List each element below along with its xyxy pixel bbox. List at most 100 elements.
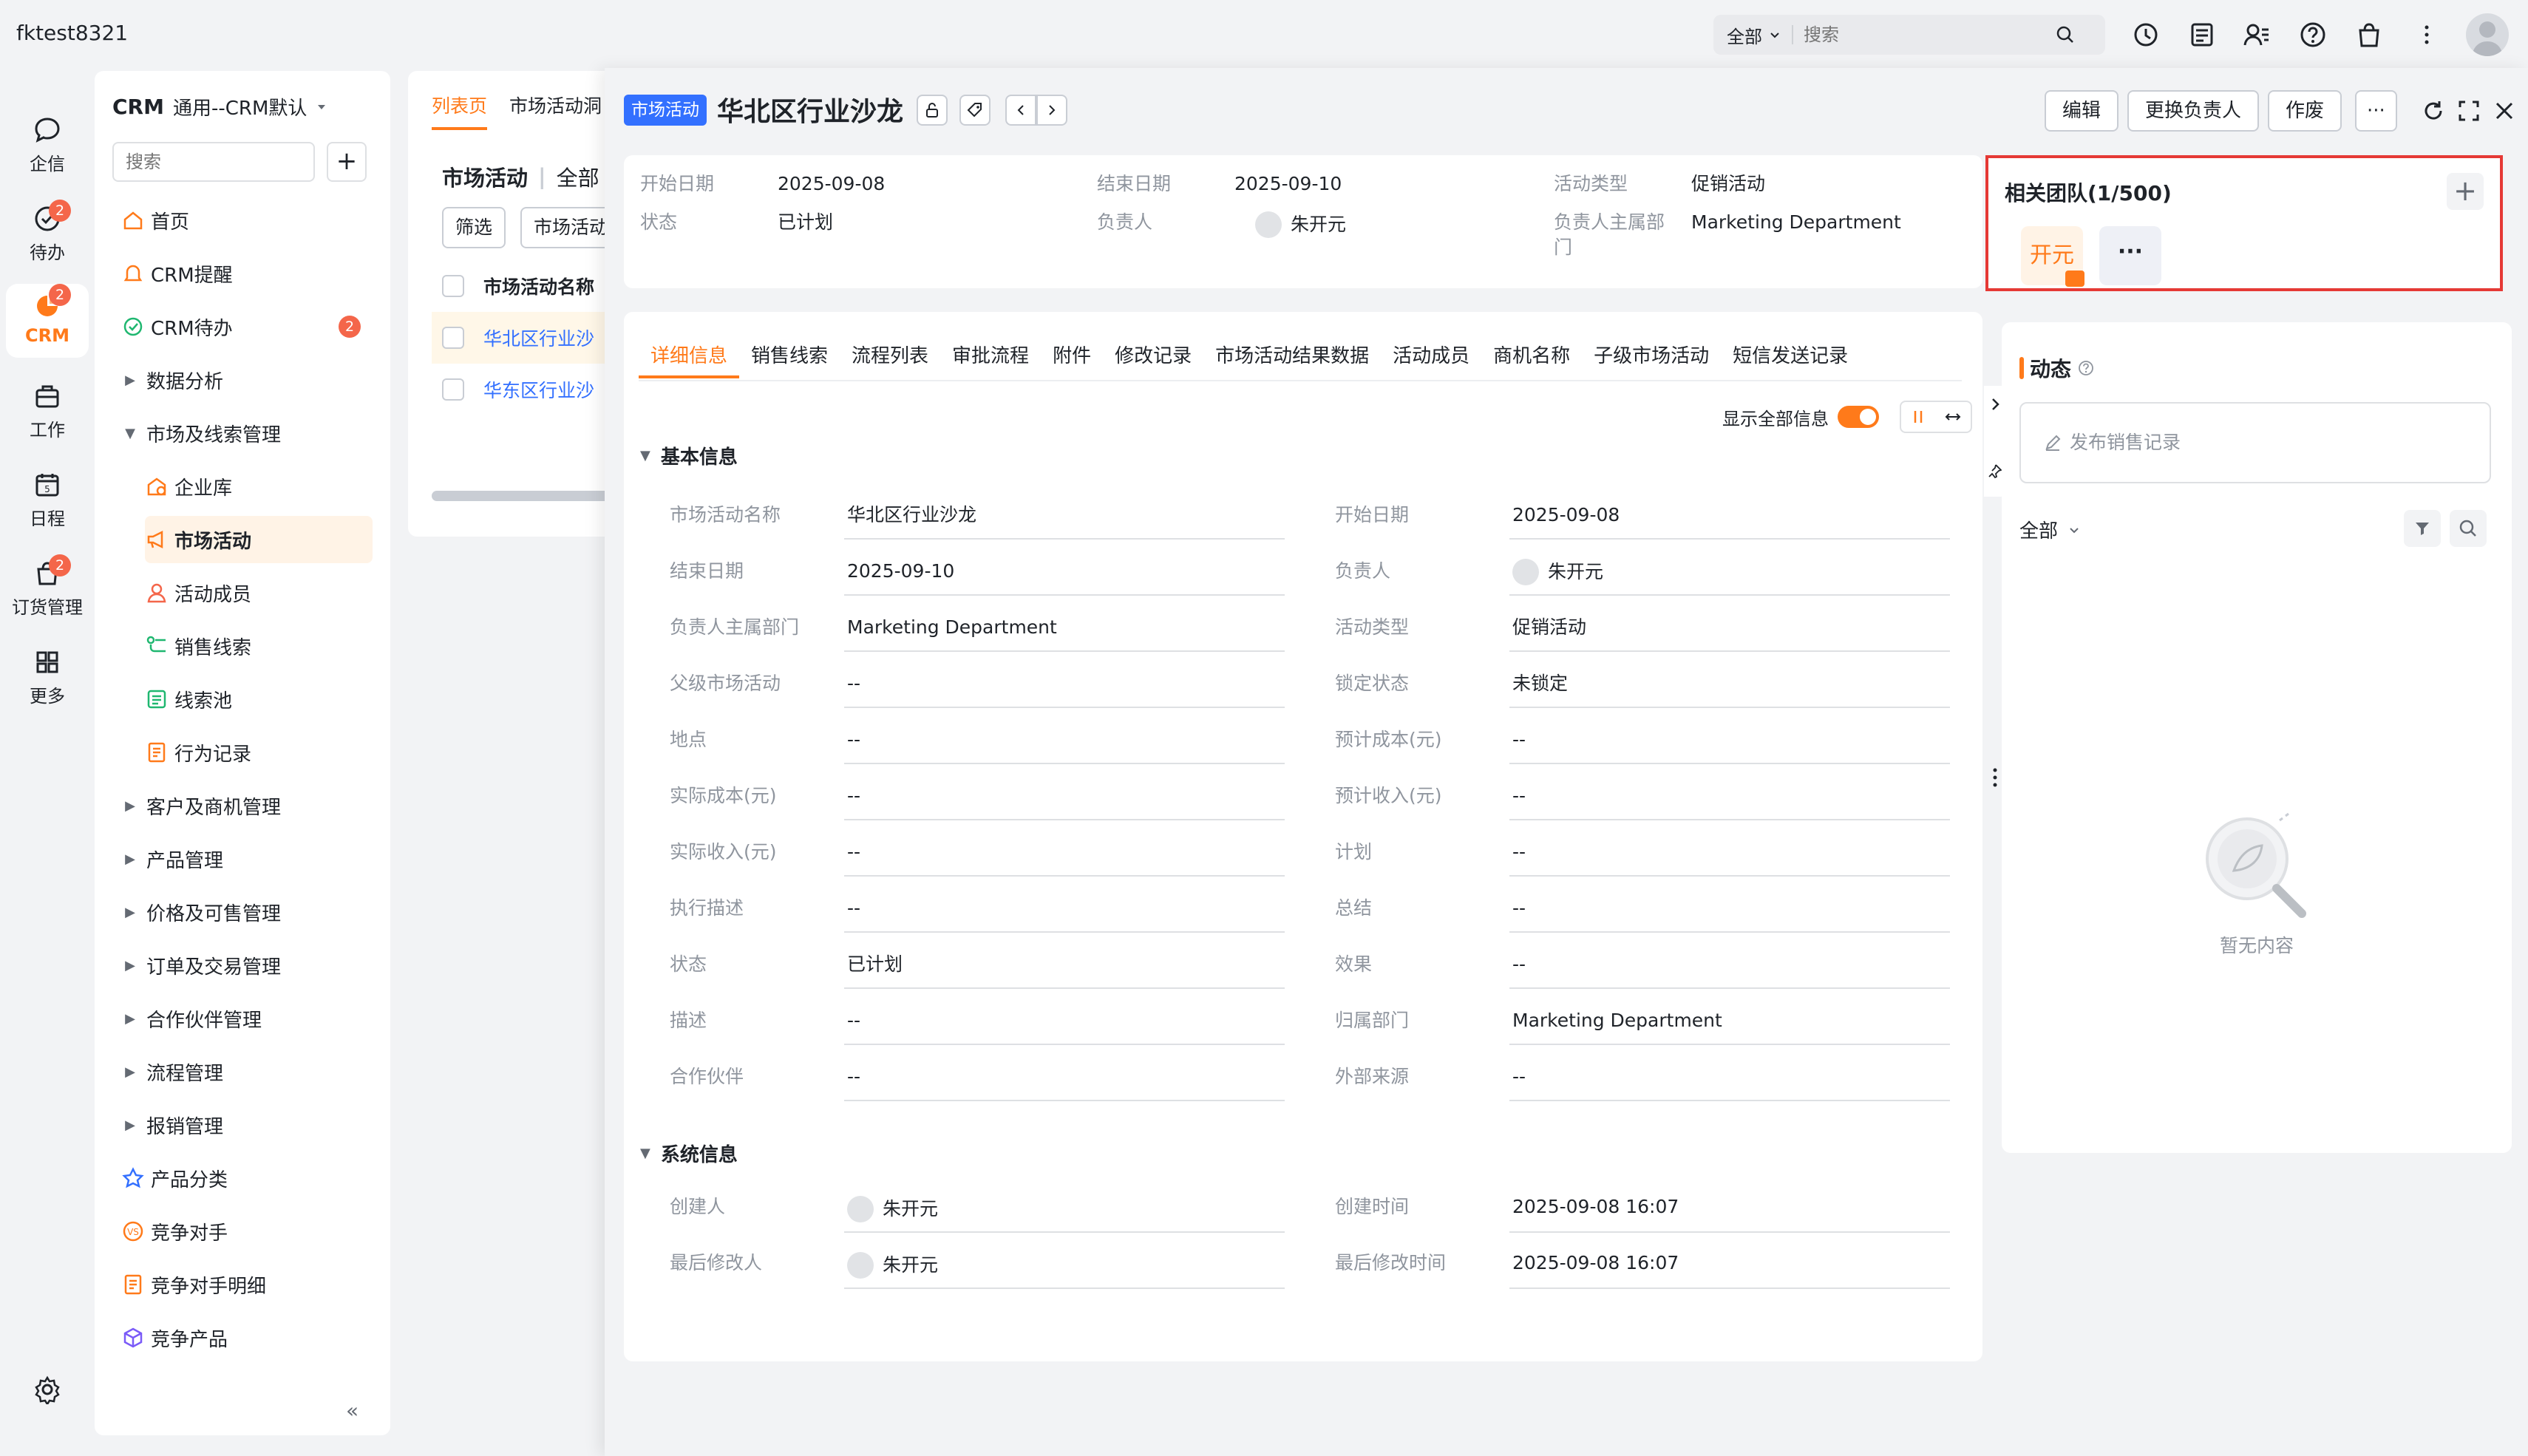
section-system-info[interactable]: ▼ 系统信息	[640, 1140, 738, 1167]
horizontal-scrollbar[interactable]	[432, 491, 630, 501]
nav-group-partner-management[interactable]: ▶ 合作伙伴管理	[121, 995, 373, 1042]
nav-title[interactable]: CRM 通用--CRM默认	[112, 93, 327, 120]
modifier-value[interactable]: 朱开元	[847, 1252, 938, 1279]
rail-item-order-management[interactable]: 订货管理 2	[0, 554, 95, 619]
add-team-member-button[interactable]: +	[2447, 173, 2484, 210]
nav-item-activity-members[interactable]: 活动成员	[145, 569, 373, 616]
nav-group-product-management[interactable]: ▶ 产品管理	[121, 835, 373, 882]
feed-filter-dropdown[interactable]: 全部	[2019, 516, 2082, 543]
filter-button[interactable]: 筛选	[442, 207, 506, 248]
tab-change-log[interactable]: 修改记录	[1103, 334, 1203, 378]
select-all-checkbox[interactable]	[442, 275, 464, 297]
show-all-toggle[interactable]	[1838, 406, 1879, 428]
owner-value[interactable]: 朱开元	[1255, 211, 1346, 238]
tab-opportunities[interactable]: 商机名称	[1481, 334, 1582, 378]
nav-item-product-category[interactable]: 产品分类	[121, 1154, 373, 1202]
nav-item-competitor-products[interactable]: 竞争产品	[121, 1314, 373, 1361]
void-button[interactable]: 作废	[2268, 90, 2342, 132]
rail-item-todo[interactable]: 待办 2	[0, 200, 95, 264]
rail-item-work[interactable]: 工作	[0, 381, 95, 441]
shopping-bag-icon[interactable]	[2355, 21, 2383, 49]
nav-group-customer-opportunity[interactable]: ▶ 客户及商机管理	[121, 782, 373, 829]
table-row[interactable]: 华北区行业沙	[432, 312, 630, 364]
nav-item-enterprise-library[interactable]: 企业库	[145, 463, 373, 510]
more-vertical-icon[interactable]	[2413, 21, 2441, 49]
row-link[interactable]: 华东区行业沙	[483, 376, 594, 403]
tab-sms-records[interactable]: 短信发送记录	[1721, 334, 1860, 378]
tab-child-activities[interactable]: 子级市场活动	[1582, 334, 1721, 378]
help-icon[interactable]	[2077, 359, 2095, 377]
section-basic-info[interactable]: ▼ 基本信息	[640, 442, 738, 469]
tab-insights[interactable]: 市场活动洞	[509, 92, 602, 130]
feed-filter-button[interactable]	[2404, 510, 2441, 547]
field-label: 预计收入(元)	[1335, 785, 1442, 806]
nav-search-input[interactable]	[112, 142, 315, 182]
rail-item-calendar[interactable]: 5 日程	[0, 470, 95, 530]
nav-item-lead-pool[interactable]: 线索池	[145, 676, 373, 723]
more-actions-button[interactable]: ···	[2355, 90, 2397, 132]
report-icon[interactable]	[2188, 21, 2216, 49]
nav-item-sales-leads[interactable]: 销售线索	[145, 622, 373, 670]
crm-badge: 2	[49, 284, 71, 306]
global-search[interactable]: 全部	[1713, 15, 2105, 55]
change-owner-button[interactable]: 更换负责人	[2127, 90, 2260, 132]
search-input[interactable]	[1804, 24, 2055, 45]
nav-group-data-analysis[interactable]: ▶ 数据分析	[121, 356, 373, 404]
close-icon[interactable]	[2491, 98, 2518, 124]
row-checkbox[interactable]	[442, 327, 464, 349]
nav-item-crm-todo[interactable]: CRM待办 2	[121, 303, 373, 350]
nav-item-behavior-records[interactable]: 行为记录	[145, 729, 373, 776]
nav-item-home[interactable]: 首页	[121, 197, 373, 244]
edit-button[interactable]: 编辑	[2045, 90, 2119, 132]
nav-group-reimbursement[interactable]: ▶ 报销管理	[121, 1101, 373, 1149]
nav-add-button[interactable]: +	[327, 142, 367, 182]
nav-item-crm-reminder[interactable]: CRM提醒	[121, 250, 373, 297]
settings-gear-icon[interactable]	[33, 1375, 62, 1404]
list-object-name: 市场活动	[442, 166, 529, 191]
fullscreen-icon[interactable]	[2456, 98, 2482, 124]
user-avatar[interactable]	[2466, 13, 2509, 56]
search-icon[interactable]	[2055, 24, 2076, 45]
tab-attachments[interactable]: 附件	[1041, 334, 1103, 378]
nav-item-competitor-details[interactable]: 竞争对手明细	[121, 1261, 373, 1308]
contacts-icon[interactable]	[2243, 21, 2271, 49]
history-clock-icon[interactable]	[2132, 21, 2160, 49]
todo-badge: 2	[49, 200, 71, 222]
collapse-nav-button[interactable]: «	[346, 1398, 359, 1423]
nav-group-price-availability[interactable]: ▶ 价格及可售管理	[121, 888, 373, 936]
nav-group-market-leads[interactable]: ▼ 市场及线索管理	[121, 409, 373, 457]
search-scope-dropdown[interactable]: 全部	[1713, 22, 1781, 48]
tab-activity-results[interactable]: 市场活动结果数据	[1203, 334, 1381, 378]
field-value: 2025-09-08	[1512, 504, 1620, 525]
tab-activity-members[interactable]: 活动成员	[1381, 334, 1481, 378]
tab-details[interactable]: 详细信息	[639, 334, 740, 378]
row-link[interactable]: 华北区行业沙	[483, 324, 594, 351]
rail-item-crm[interactable]: CRM 2	[6, 284, 89, 358]
row-checkbox[interactable]	[442, 378, 464, 401]
category-icon	[122, 1167, 144, 1188]
rail-item-more[interactable]: 更多	[0, 647, 95, 707]
owner-field-value[interactable]: 朱开元	[1512, 559, 1603, 585]
layout-switch[interactable]	[1900, 401, 1972, 433]
list-scope[interactable]: 全部	[557, 161, 599, 192]
previous-record-button[interactable]	[1005, 95, 1036, 126]
nav-group-process-management[interactable]: ▶ 流程管理	[121, 1048, 373, 1095]
tab-sales-leads[interactable]: 销售线索	[739, 334, 840, 378]
table-row[interactable]: 华东区行业沙	[442, 364, 630, 415]
tab-approval-flow[interactable]: 审批流程	[940, 334, 1041, 378]
nav-item-competitors[interactable]: VS 竞争对手	[121, 1208, 373, 1255]
creator-value[interactable]: 朱开元	[847, 1196, 938, 1222]
lock-button[interactable]	[917, 95, 948, 126]
tag-button[interactable]	[959, 95, 991, 126]
help-icon[interactable]	[2299, 21, 2327, 49]
tab-list-page[interactable]: 列表页	[432, 92, 488, 130]
post-sales-record-input[interactable]: 发布销售记录	[2019, 402, 2491, 483]
nav-item-marketing-activity[interactable]: 市场活动	[145, 516, 373, 563]
tab-process-list[interactable]: 流程列表	[840, 334, 940, 378]
team-more-button[interactable]: ···	[2099, 226, 2161, 285]
feed-search-button[interactable]	[2450, 510, 2487, 547]
rail-item-messages[interactable]: 企信	[0, 115, 95, 175]
refresh-icon[interactable]	[2420, 98, 2447, 124]
nav-group-order-transaction[interactable]: ▶ 订单及交易管理	[121, 942, 373, 989]
next-record-button[interactable]	[1036, 95, 1067, 126]
